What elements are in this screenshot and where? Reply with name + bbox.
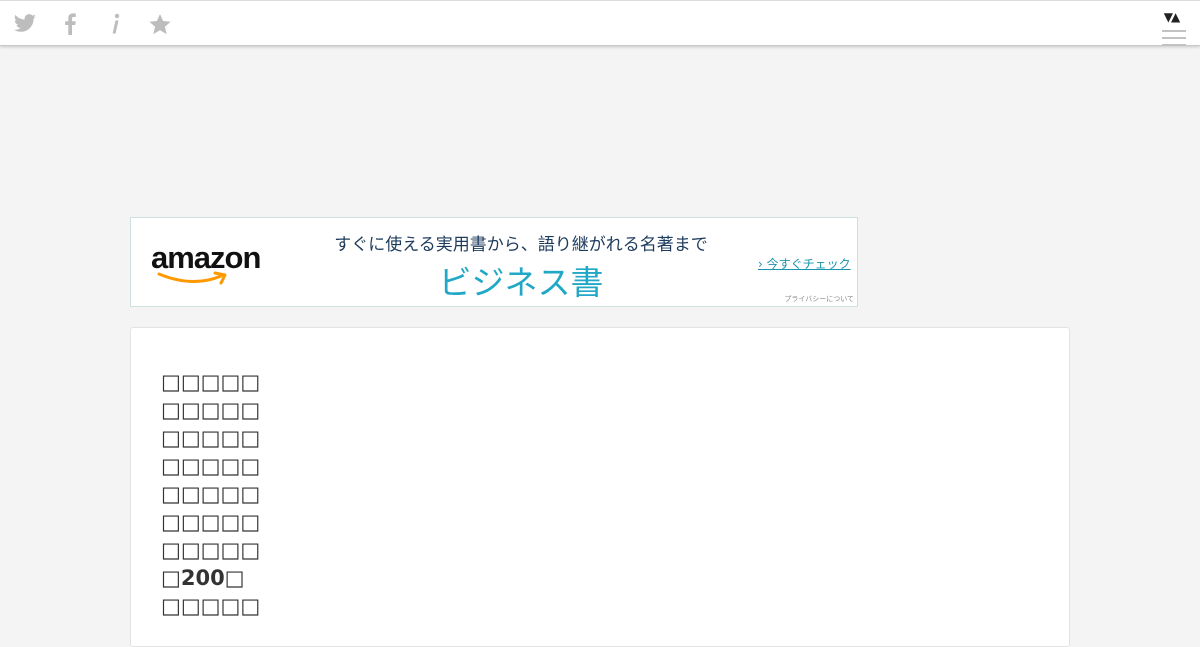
star-icon[interactable]: [147, 11, 173, 37]
content-line: □□□□□: [161, 482, 261, 506]
content-line: □□□□□: [161, 454, 261, 478]
amazon-smile-icon: [157, 271, 227, 285]
ad-privacy-link[interactable]: プライバシーについて: [784, 294, 854, 304]
content-line: □□□□□: [161, 510, 261, 534]
top-toolbar: ▼▲: [0, 0, 1200, 46]
sort-toggle-button[interactable]: ▼▲: [1158, 9, 1184, 25]
hamburger-menu-icon[interactable]: [1162, 28, 1186, 46]
info-icon[interactable]: [102, 11, 128, 37]
amazon-ad-banner[interactable]: amazon すぐに使える実用書から、語り継がれる名著まで ビジネス書 › 今す…: [130, 217, 858, 307]
content-line: □200□: [161, 566, 245, 590]
content-line: □□□□□: [161, 370, 261, 394]
ad-check-now-link[interactable]: › 今すぐチェック: [758, 255, 851, 272]
content-line: □□□□□: [161, 594, 261, 618]
ad-tagline: すぐに使える実用書から、語り継がれる名著まで: [334, 235, 708, 255]
content-card: □□□□□ □□□□□ □□□□□ □□□□□ □□□□□ □□□□□ □□□□…: [130, 327, 1070, 647]
content-text: □□□□□ □□□□□ □□□□□ □□□□□ □□□□□ □□□□□ □□□□…: [161, 368, 260, 620]
ad-headline: ビジネス書: [438, 263, 604, 302]
content-line: □□□□□: [161, 398, 261, 422]
content-line: □□□□□: [161, 538, 261, 562]
twitter-icon[interactable]: [12, 11, 38, 37]
content-line: □□□□□: [161, 426, 261, 450]
facebook-icon[interactable]: [57, 11, 83, 37]
